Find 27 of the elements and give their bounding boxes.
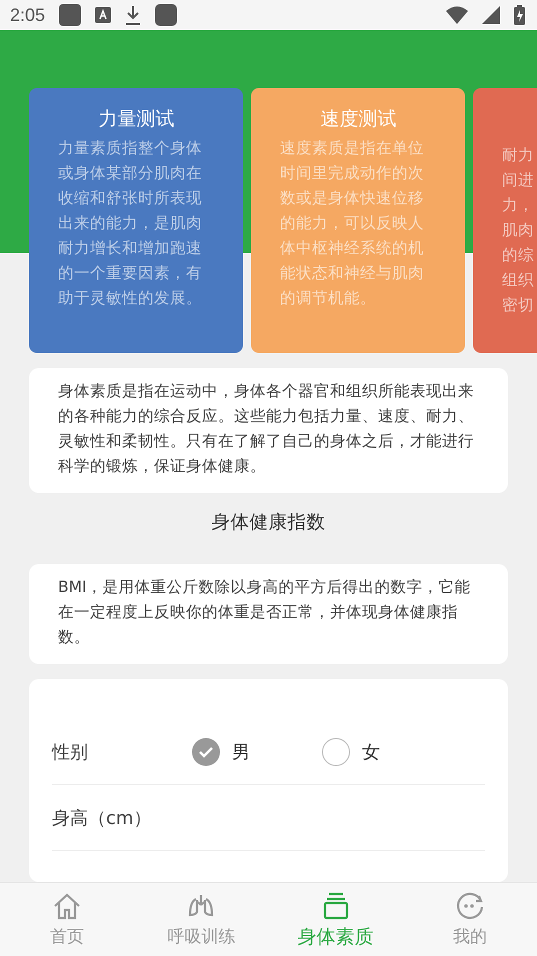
download-icon bbox=[125, 5, 142, 25]
keyboard-notification-icon bbox=[95, 7, 112, 23]
card-description: 速度素质是指在单位 时间里完成动作的次 数或是身体快速位移 的能力，可以反映人 体中枢神经系统的机 能状态和神经与肌肉 的调节机能。 bbox=[280, 138, 424, 309]
app-notification-icon bbox=[155, 4, 178, 26]
nav-tab[interactable]: 首页 bbox=[0, 883, 134, 956]
section-title: 身体健康指数 bbox=[210, 511, 326, 534]
nav-tab[interactable]: 呼吸训练 bbox=[134, 883, 268, 956]
intro-text: 身体素质是指在运动中，身体各个器官和组织所能表现出来的各种能力的综合反应。这些能力包括力量、速度、耐力、灵敏性和柔韧性。只有在了解了自己的身体之后，才能进行科学的锻炼，保证身体健康。 bbox=[57, 381, 475, 477]
wifi-icon bbox=[446, 6, 468, 24]
card-description: 力量素质指整个身体 或身体某部分肌肉在 收缩和舒张时所表现 出来的能力，是肌肉 耐力增长和增加跑速 的一个重要因素，有 助于灵敏性的发展。 bbox=[58, 138, 202, 309]
gender-radio[interactable]: 女 bbox=[322, 738, 380, 766]
gender-label: 性别 bbox=[52, 740, 89, 764]
battery-charging-icon bbox=[514, 5, 525, 25]
bmi-description: BMI，是用体重公斤数除以身高的平方后得出的数字，它能在一定程度上反映你的体重是否正常，并体现身体健康指数。 bbox=[57, 577, 472, 648]
test-card[interactable]: 力量测试 力量素质指整个身体 或身体某部分肌肉在 收缩和舒张时所表现 出来的能力，是肌肉 耐力增长和增加跑速 的一个重要因素，有 助于灵敏性的发展。 bbox=[29, 88, 243, 353]
cellular-signal-icon bbox=[482, 6, 500, 24]
gender-radio[interactable]: 男 bbox=[192, 738, 250, 766]
card-title: 力量测试 bbox=[98, 107, 176, 132]
test-card[interactable]: 速度测试 速度素质是指在单位 时间里完成动作的次 数或是身体快速位移 的能力，可以反映人 体中枢神经系统的机 能状态和神经与肌肉 的调节机能。 bbox=[251, 88, 465, 353]
height-label: 身高（cm） bbox=[52, 806, 152, 830]
card-description: 耐力 间进 力， 肌肉 的综 组织 密切 bbox=[502, 145, 534, 316]
app-notification-icon bbox=[59, 4, 82, 26]
test-card[interactable]: 耐力 间进 力， 肌肉 的综 组织 密切 bbox=[473, 88, 537, 353]
card-title: 速度测试 bbox=[320, 107, 398, 132]
status-time: 2:05 bbox=[10, 4, 46, 26]
nav-tab[interactable]: 我的 bbox=[402, 883, 537, 956]
nav-tab[interactable]: 身体素质 bbox=[268, 883, 403, 956]
